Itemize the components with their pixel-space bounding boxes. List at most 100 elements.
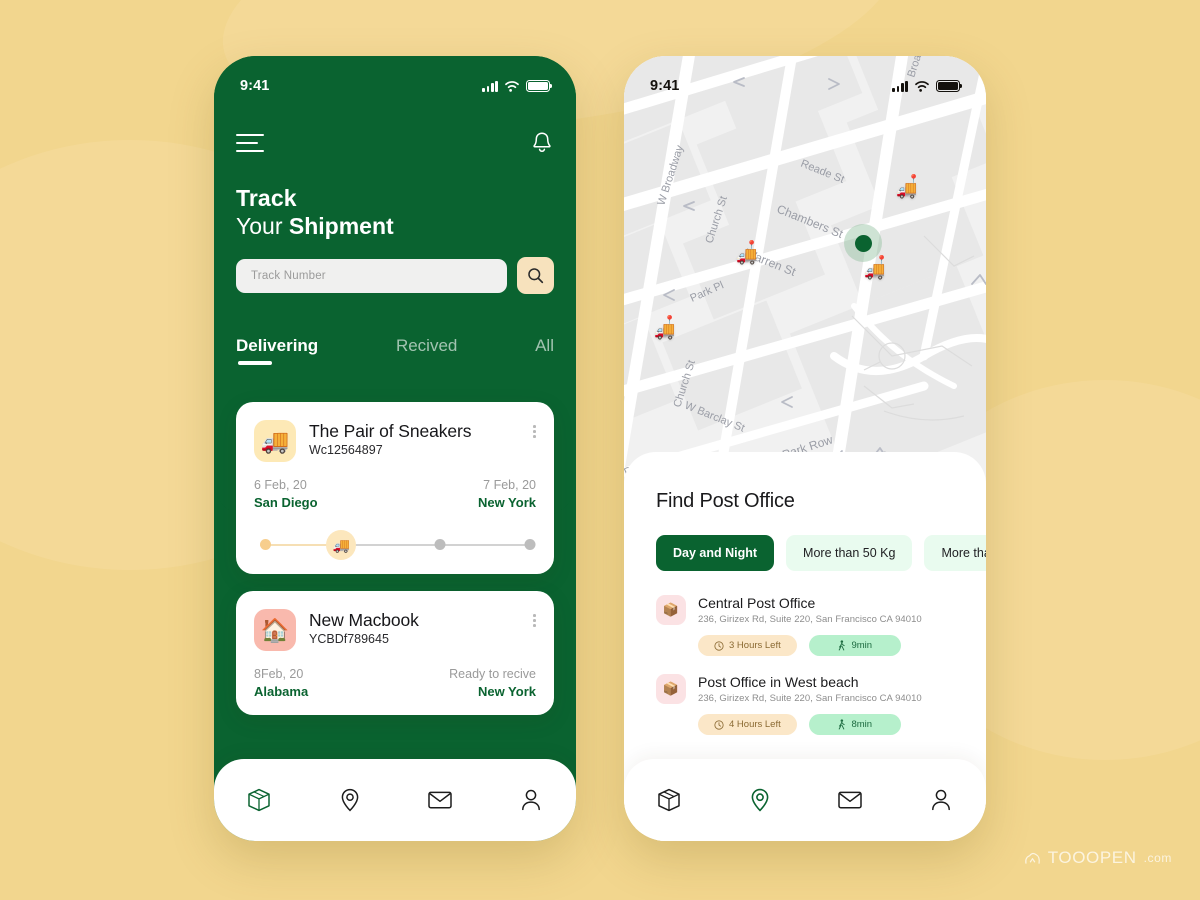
origin-city: Alabama: [254, 684, 309, 699]
nav-item-packages[interactable]: [239, 780, 279, 820]
origin-city: San Diego: [254, 495, 318, 510]
destination-status: Ready to recive: [449, 667, 536, 681]
tooopen-logo-icon: [1024, 852, 1040, 864]
post-office-details: Central Post Office 236, Girizex Rd, Sui…: [698, 595, 964, 656]
more-options-icon[interactable]: [533, 420, 536, 438]
truck-location-badge: 📍: [876, 255, 888, 265]
progress-dot-waypoint: [434, 539, 446, 550]
package-box-icon: 📦: [656, 595, 686, 625]
bottom-navigation-bar: [624, 759, 986, 841]
truck-location-badge: 📍: [664, 315, 676, 325]
walk-time-badge: 8min: [808, 714, 901, 735]
hours-left-badge: 4 Hours Left: [698, 714, 797, 735]
top-nav-row: [236, 130, 554, 156]
nav-item-profile[interactable]: [921, 780, 961, 820]
watermark-suffix: .com: [1143, 851, 1172, 865]
location-pin-icon: [341, 788, 359, 812]
filter-chip-day-and-night[interactable]: Day and Night: [656, 535, 775, 571]
walk-time-text: 8min: [851, 719, 873, 730]
progress-dot-destination: [524, 539, 536, 550]
shipment-tracking-number: YCBDf789645: [309, 632, 389, 646]
post-office-name: Post Office in West beach: [698, 674, 859, 690]
origin-date: 8Feb, 20: [254, 667, 304, 681]
cellular-signal-icon: [482, 80, 498, 92]
post-office-name: Central Post Office: [698, 595, 816, 611]
headline-bold: Shipment: [288, 213, 394, 240]
shipment-card-header: 🏠 New Macbook YCBDf789645: [254, 609, 536, 651]
walking-person-icon: [839, 719, 846, 730]
progress-truck-marker: 🚚: [326, 530, 357, 560]
map-streets: W Broadway Reade St Chambers St Broadway…: [624, 56, 986, 496]
watermark-brand: TOOOPEN: [1047, 848, 1137, 867]
shipment-card-titles: New Macbook YCBDf789645: [309, 609, 520, 646]
shipment-progress-track: 🚚: [254, 530, 536, 560]
walk-time-text: 9min: [851, 640, 873, 651]
screens-stage: 9:41 Track Your Shipment Track Number De…: [0, 0, 1200, 900]
clock-icon: [714, 719, 724, 730]
cellular-signal-icon: [892, 80, 908, 92]
search-row: Track Number: [236, 257, 554, 294]
progress-dot-origin: [260, 539, 271, 550]
shipment-card[interactable]: 🏠 New Macbook YCBDf789645 8Feb, 20 Alaba…: [236, 591, 554, 715]
nav-item-packages[interactable]: [649, 780, 689, 820]
hamburger-menu-icon[interactable]: [236, 133, 264, 153]
watermark: TOOOPEN .com: [1024, 848, 1172, 868]
post-office-list: 📦 Central Post Office 236, Girizex Rd, S…: [624, 571, 986, 735]
route-destination: Ready to recive New York: [449, 667, 536, 699]
bottom-navigation-bar: [214, 759, 576, 841]
destination-date: 7 Feb, 20: [483, 478, 536, 492]
hours-left-text: 3 Hours Left: [729, 640, 781, 651]
origin-date: 6 Feb, 20: [254, 478, 307, 492]
shipment-title: New Macbook: [309, 610, 419, 630]
tab-delivering[interactable]: Delivering: [236, 336, 318, 365]
search-input[interactable]: Track Number: [236, 258, 507, 293]
wifi-icon: [915, 81, 929, 92]
wifi-icon: [505, 81, 519, 92]
filter-chip-more-than[interactable]: More than 1: [924, 535, 986, 571]
user-profile-icon: [931, 789, 950, 811]
status-icons: [482, 80, 553, 92]
package-box-icon: [658, 788, 680, 812]
nav-item-location[interactable]: [740, 780, 780, 820]
post-office-badges: 3 Hours Left 9min: [698, 635, 964, 656]
hours-left-badge: 3 Hours Left: [698, 635, 797, 656]
destination-city: New York: [477, 684, 536, 699]
filter-chip-row: Day and Night More than 50 Kg More than …: [624, 513, 986, 571]
post-office-badges: 4 Hours Left 8min: [698, 714, 964, 735]
destination-city: New York: [477, 495, 536, 510]
clock-icon: [714, 640, 724, 651]
battery-icon: [936, 80, 963, 92]
notification-bell-icon[interactable]: [530, 130, 554, 156]
delivery-truck-icon: 🚚: [254, 420, 296, 462]
package-box-icon: [248, 788, 270, 812]
find-post-office-sheet: Find Post Office Day and Night More than…: [624, 452, 986, 841]
shipment-card-titles: The Pair of Sneakers Wc12564897: [309, 420, 520, 457]
post-office-list-item[interactable]: 📦 Central Post Office 236, Girizex Rd, S…: [624, 595, 986, 656]
nav-item-messages[interactable]: [420, 780, 460, 820]
package-box-icon: 📦: [656, 674, 686, 704]
post-office-list-item[interactable]: 📦 Post Office in West beach 236, Girizex…: [624, 674, 986, 735]
search-button[interactable]: [517, 257, 554, 294]
page-title: Track Your Shipment: [236, 184, 394, 240]
truck-location-badge: 📍: [746, 240, 758, 250]
filter-chip-more-than-50kg[interactable]: More than 50 Kg: [786, 535, 913, 571]
more-options-icon[interactable]: [533, 609, 536, 627]
walk-time-badge: 9min: [808, 635, 901, 656]
find-post-office-screen: W Broadway Reade St Chambers St Broadway…: [624, 56, 986, 841]
nav-item-messages[interactable]: [830, 780, 870, 820]
nav-item-location[interactable]: [330, 780, 370, 820]
tab-recived[interactable]: Recived: [396, 336, 457, 365]
tab-all[interactable]: All: [535, 336, 554, 365]
battery-icon: [526, 80, 553, 92]
shipment-tracking-number: Wc12564897: [309, 443, 383, 457]
route-origin: 8Feb, 20 Alabama: [254, 667, 308, 699]
truck-location-badge: 📍: [908, 174, 920, 184]
location-pin-icon: [751, 788, 769, 812]
envelope-mail-icon: [428, 791, 452, 809]
shipment-route: 8Feb, 20 Alabama Ready to recive New Yor…: [254, 667, 536, 699]
nav-item-profile[interactable]: [511, 780, 551, 820]
envelope-mail-icon: [838, 791, 862, 809]
shipment-card[interactable]: 🚚 The Pair of Sneakers Wc12564897 6 Feb,…: [236, 402, 554, 574]
walking-person-icon: [839, 640, 846, 651]
shipment-filter-tabs: Delivering Recived All: [236, 336, 554, 365]
